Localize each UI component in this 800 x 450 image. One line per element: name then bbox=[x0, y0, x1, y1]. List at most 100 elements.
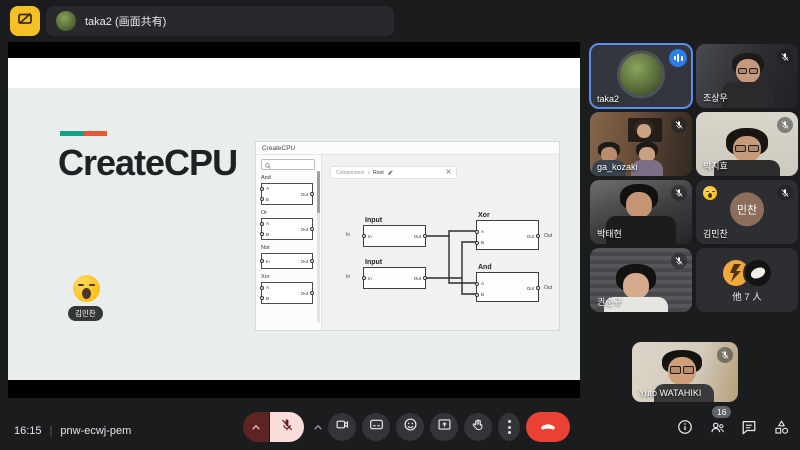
open-mouth-emoji-icon bbox=[73, 275, 100, 302]
palette-item-not-label: Not bbox=[261, 245, 315, 251]
tile-kimminchan[interactable]: 민찬 김민찬 bbox=[696, 180, 798, 244]
createcpu-app-card: CreateCPU And A B Out Or bbox=[255, 141, 560, 331]
raise-hand-button[interactable] bbox=[464, 413, 492, 441]
block-input-2: Input In Out bbox=[363, 267, 426, 289]
info-icon bbox=[677, 419, 693, 435]
mic-off-icon bbox=[717, 347, 733, 363]
more-options-icon bbox=[508, 420, 511, 434]
block-xor: Xor A B Out bbox=[476, 220, 539, 250]
palette-item-xor: A B Out bbox=[261, 282, 313, 304]
call-controls bbox=[243, 412, 570, 442]
tile-parktaehyun[interactable]: 박태현 bbox=[590, 180, 692, 244]
avatar: 민찬 bbox=[730, 192, 764, 226]
participant-name: 조상우 bbox=[703, 91, 728, 104]
participant-name: ga_kozaki bbox=[597, 162, 638, 172]
avatar bbox=[620, 53, 662, 95]
shared-screen-region[interactable]: CreateCPU 김민찬 CreateCPU And A bbox=[8, 42, 580, 398]
participant-count-badge: 16 bbox=[712, 406, 731, 418]
participant-name: taka2 bbox=[597, 94, 619, 104]
more-options-button[interactable] bbox=[498, 413, 520, 441]
search-icon bbox=[265, 156, 271, 174]
activities-panel-button[interactable] bbox=[772, 418, 790, 436]
palette-search-input bbox=[261, 159, 315, 170]
screen-share-pill: taka2 (画面共有) bbox=[46, 6, 394, 36]
mic-off-icon bbox=[671, 185, 687, 201]
smiley-icon bbox=[403, 417, 418, 437]
tile-others-overflow[interactable]: 他 7 人 bbox=[696, 248, 798, 312]
component-palette: And A B Out Or A B Out Not bbox=[256, 155, 322, 330]
tile-ga-kozaki[interactable]: ga_kozaki bbox=[590, 112, 692, 176]
tile-taka2[interactable]: taka2 bbox=[590, 44, 692, 108]
overflow-avatar-2 bbox=[745, 260, 771, 286]
others-count-label: 他 7 人 bbox=[696, 289, 798, 303]
tile-parkjihyo[interactable]: 박지효 bbox=[696, 112, 798, 176]
present-screen-icon bbox=[437, 417, 452, 437]
clock-time: 16:15 bbox=[14, 425, 42, 437]
palette-item-or: A B Out bbox=[261, 218, 313, 240]
end-call-button[interactable] bbox=[526, 412, 570, 442]
palette-item-not: In Out bbox=[261, 253, 313, 269]
mic-off-icon bbox=[777, 117, 793, 133]
accent-teal-segment bbox=[60, 131, 84, 136]
ext-label-in2: In bbox=[346, 274, 350, 280]
camera-options-button[interactable] bbox=[310, 412, 326, 442]
participant-name: 박태현 bbox=[597, 227, 622, 240]
camera-toggle-button[interactable] bbox=[328, 413, 356, 441]
edit-pencil-icon bbox=[387, 169, 393, 177]
participant-name: 박지효 bbox=[703, 159, 728, 172]
participant-name: Yuto WATAHIKI bbox=[639, 388, 701, 398]
circuit-canvas: Components » Root In Input bbox=[322, 155, 559, 330]
block-input-1: Input In Out bbox=[363, 225, 426, 247]
block-and: And A B Out bbox=[476, 272, 539, 302]
palette-item-xor-label: Xor bbox=[261, 274, 315, 280]
hand-icon bbox=[471, 418, 485, 437]
palette-item-and: A B Out bbox=[261, 183, 313, 205]
audio-level-icon bbox=[669, 49, 687, 67]
activities-shapes-icon bbox=[773, 419, 790, 436]
mic-off-icon bbox=[671, 253, 687, 269]
ext-label-xor-out: Out bbox=[544, 233, 552, 239]
meeting-info: 16:15 | pnw-ecwj-pem bbox=[14, 425, 131, 437]
participant-name: 권순규 bbox=[597, 295, 622, 308]
reaction-user-name: 김민찬 bbox=[68, 306, 103, 321]
presenter-avatar bbox=[56, 11, 76, 31]
palette-item-and-label: And bbox=[261, 175, 315, 181]
presenting-indicator-button[interactable] bbox=[10, 6, 40, 36]
tile-yuto-watahiki[interactable]: Yuto WATAHIKI bbox=[632, 342, 738, 402]
ext-label-in1: In bbox=[346, 232, 350, 238]
slide-title: CreateCPU bbox=[58, 142, 237, 184]
mic-toggle-button[interactable] bbox=[270, 412, 304, 442]
meeting-details-button[interactable] bbox=[676, 418, 694, 436]
participant-name: 김민찬 bbox=[703, 227, 728, 240]
mic-off-icon bbox=[280, 418, 294, 437]
captions-icon bbox=[369, 417, 384, 437]
breadcrumb-current: Root bbox=[373, 170, 384, 176]
palette-scrollbar bbox=[317, 171, 320, 323]
breadcrumb-parent: Components bbox=[336, 170, 364, 176]
slide-top-margin bbox=[8, 58, 580, 88]
mic-off-icon bbox=[671, 117, 687, 133]
open-mouth-emoji-icon bbox=[703, 186, 717, 200]
present-screen-button[interactable] bbox=[430, 413, 458, 441]
reactions-button[interactable] bbox=[396, 413, 424, 441]
captions-button[interactable] bbox=[362, 413, 390, 441]
camera-icon bbox=[335, 417, 350, 437]
panel-buttons: 16 bbox=[676, 418, 790, 436]
accent-orange-segment bbox=[84, 131, 107, 136]
mic-options-button[interactable] bbox=[243, 412, 269, 442]
chat-panel-button[interactable] bbox=[740, 418, 758, 436]
breadcrumb-separator: » bbox=[367, 170, 370, 176]
people-icon bbox=[709, 419, 726, 436]
app-title: CreateCPU bbox=[256, 142, 559, 155]
ext-label-and-out: Out bbox=[544, 285, 552, 291]
tile-kwonsungyu[interactable]: 권순규 bbox=[590, 248, 692, 312]
tile-josangwoo[interactable]: 조상우 bbox=[696, 44, 798, 108]
mic-off-icon bbox=[777, 185, 793, 201]
meeting-code: pnw-ecwj-pem bbox=[60, 425, 131, 437]
people-panel-button[interactable]: 16 bbox=[708, 418, 726, 436]
presenter-label: taka2 (画面共有) bbox=[85, 13, 166, 29]
mic-off-icon bbox=[777, 49, 793, 65]
slide-accent-bar bbox=[60, 131, 107, 136]
meet-window: taka2 (画面共有) CreateCPU 김민찬 CreateCPU bbox=[0, 0, 800, 450]
close-icon bbox=[446, 169, 451, 176]
